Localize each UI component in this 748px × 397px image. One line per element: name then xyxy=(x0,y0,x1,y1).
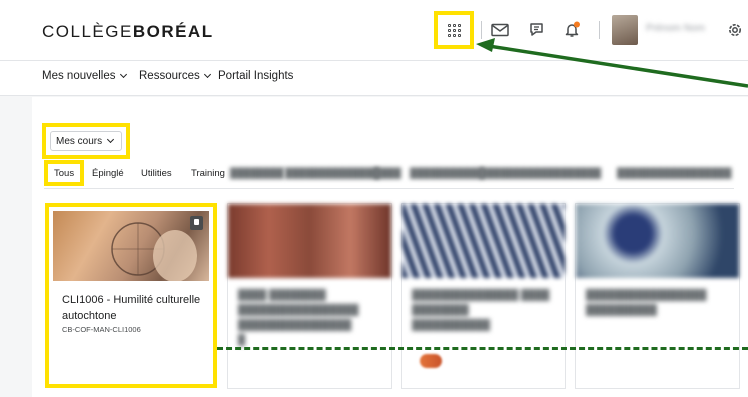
annotation-arrow xyxy=(476,38,748,88)
